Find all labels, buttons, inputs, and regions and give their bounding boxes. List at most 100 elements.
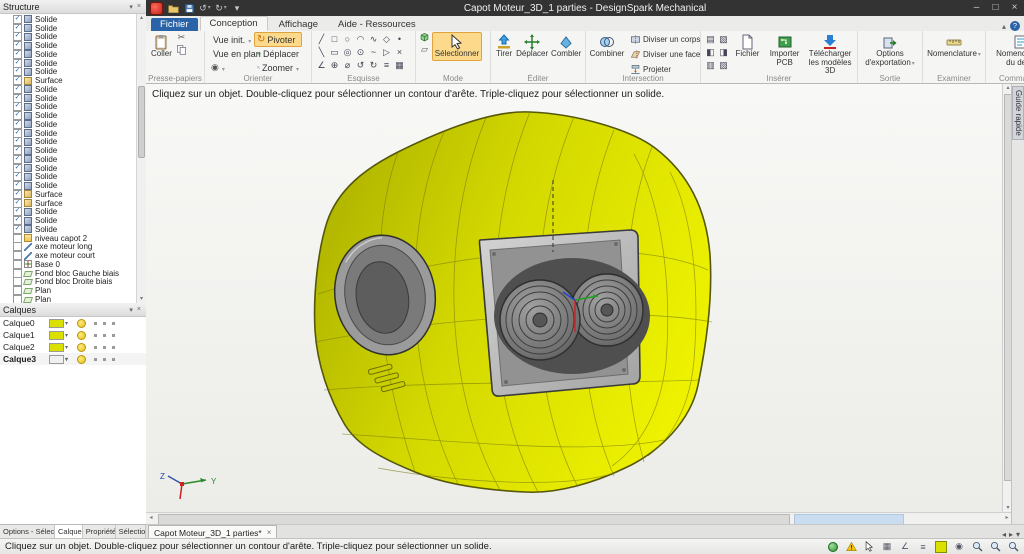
- tree-item[interactable]: Fond bloc Droite biais: [0, 277, 137, 287]
- tangent-arc-tool-icon[interactable]: ▷: [380, 45, 393, 58]
- collapse-ribbon-icon[interactable]: ▴: [998, 22, 1010, 31]
- construction-line-tool-icon[interactable]: ╲: [315, 45, 328, 58]
- tree-item[interactable]: ✓ Solide: [0, 67, 137, 77]
- tree-item[interactable]: ✓ Solide: [0, 93, 137, 103]
- customize-quick-access-icon[interactable]: ▾: [231, 2, 243, 14]
- magnet-snap-icon[interactable]: ◉: [953, 541, 965, 553]
- reference-circle-tool-icon[interactable]: ⊙: [354, 45, 367, 58]
- tree-item[interactable]: ✓ Solide: [0, 163, 137, 173]
- plan-view-button[interactable]: Vue en plan: [208, 46, 261, 61]
- tree-item[interactable]: ✓ Solide: [0, 41, 137, 51]
- item-checkbox[interactable]: ✓: [13, 49, 22, 59]
- rotate-view-button[interactable]: ↻ Pivoter: [254, 32, 302, 47]
- design-canvas[interactable]: Cliquez sur un objet. Double-cliquez pou…: [146, 84, 1002, 512]
- quote-bom-button[interactable]: Nomenclature du devis: [990, 32, 1024, 69]
- item-checkbox[interactable]: [13, 277, 22, 287]
- tree-item[interactable]: ✓ Solide: [0, 146, 137, 156]
- layer-visibility-icon[interactable]: [77, 342, 86, 352]
- sketch-mode-icon[interactable]: ▱: [421, 44, 428, 55]
- paste-button[interactable]: Coller: [149, 32, 174, 61]
- item-checkbox[interactable]: [13, 242, 22, 252]
- tree-item[interactable]: ✓ Solide: [0, 172, 137, 182]
- item-checkbox[interactable]: ✓: [13, 41, 22, 51]
- pan-view-button[interactable]: Déplacer: [254, 46, 302, 61]
- circle-tool-icon[interactable]: ○: [341, 32, 354, 45]
- tree-item[interactable]: niveau capot 2: [0, 233, 137, 243]
- cut-icon[interactable]: ✂: [178, 32, 186, 43]
- item-checkbox[interactable]: [13, 259, 22, 269]
- split-face-button[interactable]: Diviser une face: [627, 47, 703, 62]
- layer-color-swatch[interactable]: [49, 342, 64, 352]
- tree-item[interactable]: axe moteur court: [0, 251, 137, 261]
- combine-button[interactable]: Combiner: [589, 32, 625, 61]
- item-checkbox[interactable]: ✓: [13, 163, 22, 173]
- insert-reference-icon[interactable]: ▨: [717, 58, 730, 71]
- solid-mode-icon[interactable]: [419, 32, 430, 43]
- layer-color-dropdown-icon[interactable]: ▾: [65, 344, 73, 351]
- view-init-button[interactable]: Vue init.: [208, 32, 254, 47]
- layer-color-swatch[interactable]: [49, 318, 64, 328]
- fill-button[interactable]: Combler: [550, 32, 582, 61]
- layer-color-dropdown-icon[interactable]: ▾: [65, 356, 73, 363]
- item-checkbox[interactable]: ✓: [13, 216, 22, 226]
- copy-icon[interactable]: [176, 44, 187, 55]
- document-tab[interactable]: Capot Moteur_3D_1 parties* ×: [148, 525, 278, 539]
- tree-item[interactable]: ✓ Solide: [0, 84, 137, 94]
- engine-cylinder-2[interactable]: [570, 273, 644, 347]
- item-checkbox[interactable]: ✓: [13, 76, 22, 86]
- layer-row[interactable]: Calque1 ▾: [0, 329, 146, 341]
- layer-options[interactable]: [94, 357, 115, 361]
- layer-color-dropdown-icon[interactable]: ▾: [65, 320, 73, 327]
- offset-tool-icon[interactable]: ⊕: [328, 58, 341, 71]
- insert-origin-icon[interactable]: ▥: [704, 58, 717, 71]
- zoom-selection-icon[interactable]: [1007, 541, 1019, 553]
- item-checkbox[interactable]: [13, 251, 22, 261]
- panel-tab-propri-t-s[interactable]: Propriétés: [83, 525, 116, 538]
- tree-item[interactable]: ✓ Solide: [0, 224, 137, 234]
- panel-tab-calques[interactable]: Calques: [54, 525, 83, 538]
- maximize-button[interactable]: □: [986, 1, 1005, 16]
- item-checkbox[interactable]: [13, 294, 22, 303]
- structure-scrollbar[interactable]: [136, 14, 146, 303]
- grid-snap-icon[interactable]: ▦: [881, 541, 893, 553]
- item-checkbox[interactable]: ✓: [13, 181, 22, 191]
- structure-pin-icon[interactable]: ▾: [127, 3, 135, 11]
- ribbon-tab-aide-ressources[interactable]: Aide - Ressources: [329, 18, 425, 31]
- concentric-circle-tool-icon[interactable]: ◎: [341, 45, 354, 58]
- item-checkbox[interactable]: ✓: [13, 14, 22, 24]
- import-pcb-button[interactable]: Importer PCB: [765, 32, 804, 69]
- layer-row[interactable]: Calque0 ▾: [0, 317, 146, 329]
- layers-close-icon[interactable]: ×: [135, 306, 143, 313]
- zoom-button[interactable]: Zoomer: [254, 60, 302, 75]
- item-checkbox[interactable]: [13, 286, 22, 296]
- move-button[interactable]: Déplacer: [516, 32, 548, 61]
- item-checkbox[interactable]: ✓: [13, 58, 22, 68]
- structure-close-icon[interactable]: ×: [135, 3, 143, 10]
- save-icon[interactable]: [183, 2, 195, 14]
- pull-button[interactable]: Tirer: [494, 32, 514, 61]
- rectangle-tool-icon[interactable]: □: [328, 32, 341, 45]
- view-style-button[interactable]: ◉: [208, 60, 254, 75]
- item-checkbox[interactable]: ✓: [13, 111, 22, 121]
- scroll-up-icon[interactable]: [137, 14, 146, 22]
- connection-status-icon[interactable]: [827, 541, 839, 553]
- item-checkbox[interactable]: ✓: [13, 84, 22, 94]
- item-checkbox[interactable]: ✓: [13, 189, 22, 199]
- close-tab-icon[interactable]: ×: [267, 528, 272, 537]
- equal-constraint-tool-icon[interactable]: ≡: [380, 58, 393, 71]
- tree-item[interactable]: ✓ Solide: [0, 14, 137, 24]
- layer-visibility-icon[interactable]: [77, 354, 86, 364]
- insert-plane-icon[interactable]: ◧: [704, 45, 717, 58]
- quick-guide-tab[interactable]: Guide rapide: [1012, 86, 1024, 140]
- line-tool-icon[interactable]: ╱: [315, 32, 328, 45]
- ribbon-tab-affichage[interactable]: Affichage: [270, 18, 327, 31]
- tree-item[interactable]: ✓ Solide: [0, 49, 137, 59]
- layer-options[interactable]: [94, 321, 115, 325]
- layer-row[interactable]: Calque3 ▾: [0, 353, 146, 365]
- minimize-button[interactable]: –: [967, 1, 986, 16]
- item-checkbox[interactable]: ✓: [13, 119, 22, 129]
- layer-color-icon[interactable]: [935, 540, 947, 553]
- cursor-mode-icon[interactable]: [863, 541, 875, 553]
- point-tool-icon[interactable]: •: [393, 32, 406, 45]
- grid-tool-icon[interactable]: ▦: [393, 58, 406, 71]
